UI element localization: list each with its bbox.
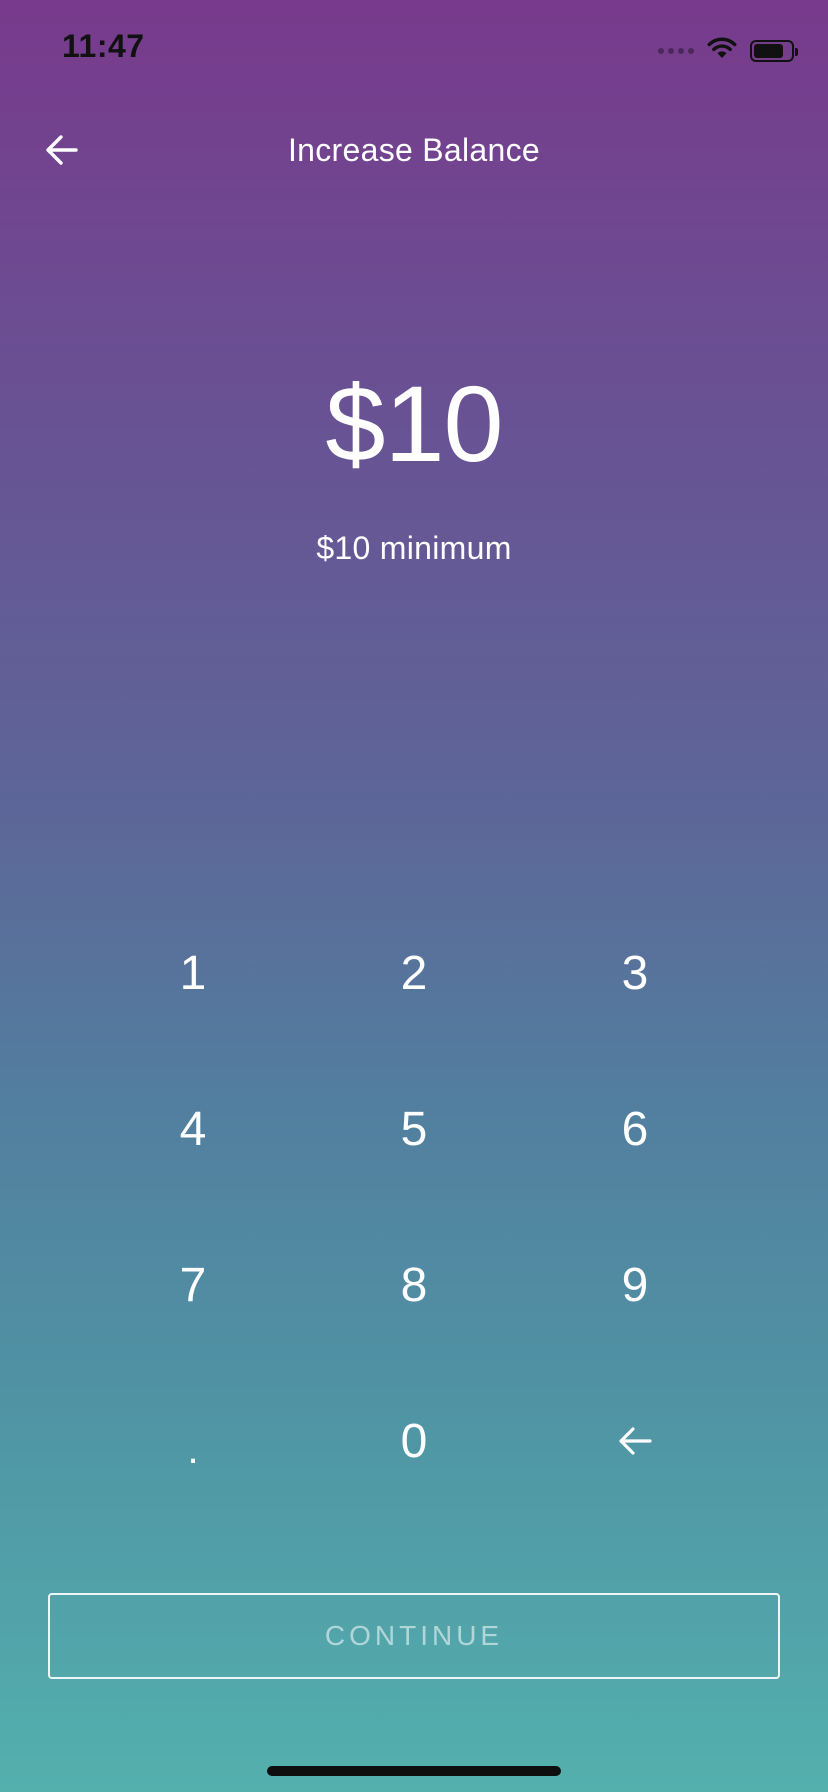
key-0[interactable]: 0 (304, 1363, 524, 1519)
key-9[interactable]: 9 (525, 1207, 745, 1363)
backspace-arrow-icon (617, 1414, 653, 1469)
key-5[interactable]: 5 (304, 1051, 524, 1207)
nav-header: Increase Balance (0, 112, 828, 192)
signal-dots-icon (658, 47, 694, 54)
key-1[interactable]: 1 (83, 895, 303, 1051)
key-4[interactable]: 4 (83, 1051, 303, 1207)
key-8[interactable]: 8 (304, 1207, 524, 1363)
status-time: 11:47 (62, 28, 145, 64)
continue-button[interactable]: CONTINUE (48, 1593, 780, 1679)
key-decimal[interactable]: . (83, 1363, 303, 1519)
key-3[interactable]: 3 (525, 895, 745, 1051)
page-title: Increase Balance (287, 132, 541, 168)
battery-level (754, 43, 783, 58)
key-2[interactable]: 2 (304, 895, 524, 1051)
keypad: 1 2 3 4 5 6 7 8 9 . 0 (83, 895, 745, 1519)
status-bar: 11:47 (0, 0, 828, 100)
key-7[interactable]: 7 (83, 1207, 303, 1363)
status-icons (658, 36, 798, 65)
key-6[interactable]: 6 (525, 1051, 745, 1207)
wifi-icon (706, 36, 738, 65)
continue-label: CONTINUE (324, 1620, 504, 1651)
home-indicator[interactable] (267, 1766, 561, 1776)
minimum-amount-text: $10 minimum (316, 530, 512, 566)
key-delete[interactable] (525, 1363, 745, 1519)
battery-icon (750, 39, 798, 62)
amount-display: $10 (325, 363, 503, 484)
